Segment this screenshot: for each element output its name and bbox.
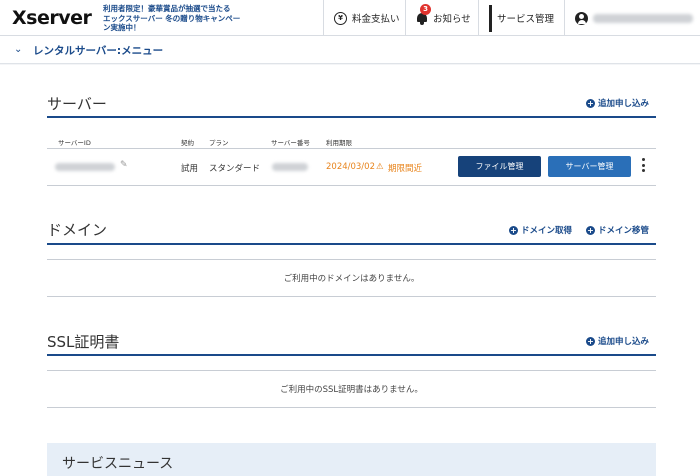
ssl-empty-message: ご利用中のSSL証明書はありません。 bbox=[280, 385, 423, 395]
contract-value: 試用 bbox=[181, 164, 199, 174]
menu-title: レンタルサーバー:メニュー bbox=[33, 45, 164, 57]
notifications-label: お知らせ bbox=[433, 14, 471, 25]
file-manager-button[interactable]: ファイル管理 bbox=[458, 156, 541, 177]
campaign-line-3: ン実施中！ bbox=[103, 23, 141, 32]
warning-triangle-icon: ⚠ bbox=[376, 162, 384, 172]
col-plan: プラン bbox=[209, 139, 229, 147]
domain-transfer-link[interactable]: + ドメイン移管 bbox=[586, 224, 649, 236]
server-section-rule bbox=[47, 116, 656, 118]
domain-section-title: ドメイン bbox=[47, 221, 108, 239]
server-section-title: サーバー bbox=[47, 95, 107, 113]
expiry-value: 2024/03/02 bbox=[326, 162, 375, 172]
server-id-redacted bbox=[55, 163, 115, 171]
domain-footer-rule bbox=[47, 296, 656, 297]
campaign-line-2: エックスサーバー 冬の贈り物キャンペー bbox=[103, 13, 241, 23]
ssl-header-rule bbox=[47, 370, 656, 371]
ssl-add-label: 追加申し込み bbox=[598, 337, 650, 347]
billing-button[interactable]: ¥ 料金支払い bbox=[323, 0, 405, 36]
top-header: Xserver 利用者限定！豪華賞品が抽選で当たる エックスサーバー 冬の贈り物… bbox=[0, 0, 700, 36]
service-news-title: サービスニュース bbox=[62, 456, 174, 472]
account-button[interactable] bbox=[564, 0, 700, 36]
table-header-rule bbox=[47, 148, 656, 149]
service-management-label: サービス管理 bbox=[497, 14, 555, 25]
plus-circle-icon: + bbox=[586, 225, 595, 235]
plus-circle-icon: + bbox=[586, 336, 595, 346]
yen-coin-icon: ¥ bbox=[334, 11, 347, 25]
col-expiry: 利用期限 bbox=[326, 139, 352, 147]
grid-icon bbox=[489, 4, 492, 32]
domain-header-rule bbox=[47, 259, 656, 260]
xserver-logo[interactable]: Xserver bbox=[12, 7, 92, 29]
domain-acquire-link[interactable]: + ドメイン取得 bbox=[509, 224, 572, 236]
server-add-label: 追加申し込み bbox=[598, 99, 650, 109]
service-management-button[interactable]: サービス管理 bbox=[478, 0, 564, 36]
col-contract: 契約 bbox=[181, 139, 194, 147]
account-name-redacted bbox=[593, 13, 693, 23]
billing-label: 料金支払い bbox=[352, 14, 400, 25]
ssl-add-link[interactable]: + 追加申し込み bbox=[586, 335, 649, 347]
campaign-banner[interactable]: 利用者限定！豪華賞品が抽選で当たる エックスサーバー 冬の贈り物キャンペー ン実… bbox=[103, 4, 253, 33]
plus-circle-icon: + bbox=[509, 225, 518, 235]
user-icon bbox=[575, 11, 588, 25]
server-row-rule bbox=[47, 185, 656, 186]
server-manager-button[interactable]: サーバー管理 bbox=[548, 156, 631, 177]
ssl-footer-rule bbox=[47, 407, 656, 408]
notifications-button[interactable]: お知らせ bbox=[405, 0, 478, 36]
plan-value: スタンダード bbox=[209, 164, 261, 174]
pencil-icon[interactable]: ✎ bbox=[120, 160, 128, 170]
ssl-section-rule bbox=[47, 354, 656, 356]
menu-bar[interactable]: ⌄ レンタルサーバー:メニュー bbox=[0, 36, 700, 64]
campaign-line-1: 利用者限定！豪華賞品が抽選で当たる bbox=[103, 4, 231, 13]
expiry-warning-label: 期限間近 bbox=[388, 164, 423, 174]
col-server-id: サーバーID bbox=[58, 139, 91, 147]
domain-transfer-label: ドメイン移管 bbox=[598, 226, 650, 236]
plus-circle-icon: + bbox=[586, 98, 595, 108]
col-server-number: サーバー番号 bbox=[271, 139, 310, 147]
main-content bbox=[0, 65, 700, 476]
domain-acquire-label: ドメイン取得 bbox=[521, 226, 573, 236]
server-number-redacted bbox=[272, 163, 308, 171]
more-options-icon[interactable] bbox=[642, 158, 646, 174]
ssl-section-title: SSL証明書 bbox=[47, 333, 120, 351]
domain-section-rule bbox=[47, 243, 656, 245]
domain-empty-message: ご利用中のドメインはありません。 bbox=[283, 274, 420, 284]
chevron-down-icon: ⌄ bbox=[14, 44, 23, 55]
server-add-link[interactable]: + 追加申し込み bbox=[586, 97, 649, 109]
notification-count-badge: 3 bbox=[420, 4, 431, 15]
